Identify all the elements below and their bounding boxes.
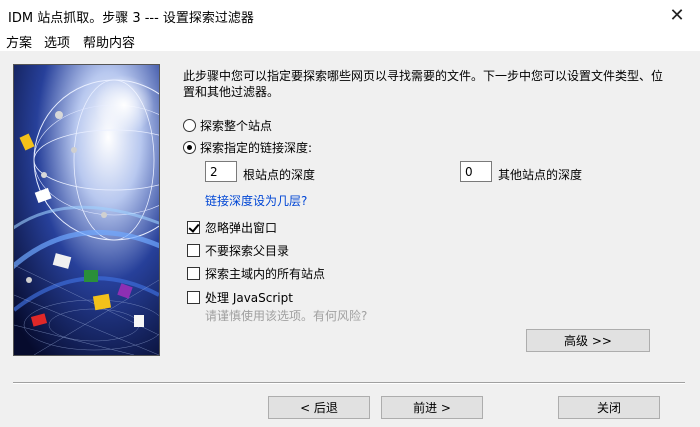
other-depth-label: 其他站点的深度	[498, 168, 583, 182]
window-title: IDM 站点抓取。步骤 3 --- 设置探索过滤器	[8, 11, 254, 26]
checkbox-no-parent[interactable]: 不要探索父目录	[187, 242, 289, 259]
footer-separator	[13, 382, 685, 384]
menu-options[interactable]: 选项	[44, 32, 70, 51]
step-description: 此步骤中您可以指定要探索哪些网页以寻找需要的文件。下一步中您可以设置文件类型、位…	[183, 69, 664, 99]
menu-scheme[interactable]: 方案	[6, 32, 32, 51]
link-depth-help-link[interactable]: 链接深度设为几层?	[205, 192, 307, 209]
checkbox-ignore-popups[interactable]: 忽略弹出窗口	[187, 219, 277, 236]
checkbox-ignore-popups-box[interactable]	[187, 221, 200, 234]
close-icon: ✕	[669, 5, 685, 26]
checkbox-no-parent-box[interactable]	[187, 244, 200, 257]
checkbox-javascript-label: 处理 JavaScript	[205, 291, 293, 305]
next-button[interactable]: 前进 >	[381, 396, 483, 419]
other-depth-input[interactable]: 0	[460, 161, 492, 182]
checkbox-all-domain-sites-label: 探索主域内的所有站点	[205, 267, 326, 281]
checkbox-no-parent-label: 不要探索父目录	[205, 244, 290, 258]
radio-link-depth-circle[interactable]	[183, 141, 196, 154]
back-button[interactable]: < 后退	[268, 396, 370, 419]
root-depth-label: 根站点的深度	[243, 168, 316, 182]
wizard-illustration	[13, 64, 160, 356]
radio-link-depth-label: 探索指定的链接深度:	[200, 141, 313, 155]
root-depth-input[interactable]: 2	[205, 161, 237, 182]
radio-whole-site-label: 探索整个站点	[200, 119, 273, 133]
javascript-risk-hint[interactable]: 请谨慎使用该选项。有何风险?	[205, 307, 367, 324]
checkbox-javascript-box[interactable]	[187, 291, 200, 304]
menu-help[interactable]: 帮助内容	[83, 32, 135, 51]
close-window-button[interactable]: ✕	[654, 0, 700, 31]
checkbox-all-domain-sites[interactable]: 探索主域内的所有站点	[187, 265, 325, 282]
checkbox-ignore-popups-label: 忽略弹出窗口	[205, 221, 278, 235]
radio-whole-site[interactable]: 探索整个站点	[183, 117, 272, 134]
close-button[interactable]: 关闭	[558, 396, 660, 419]
title-bar: IDM 站点抓取。步骤 3 --- 设置探索过滤器 ✕	[0, 0, 700, 31]
checkbox-javascript[interactable]: 处理 JavaScript	[187, 289, 293, 306]
menu-bar: 方案 选项 帮助内容	[0, 31, 700, 51]
radio-link-depth[interactable]: 探索指定的链接深度:	[183, 139, 312, 156]
globe-network-image	[14, 65, 159, 355]
checkbox-all-domain-sites-box[interactable]	[187, 267, 200, 280]
radio-whole-site-circle[interactable]	[183, 119, 196, 132]
advanced-button[interactable]: 高级 >>	[526, 329, 650, 352]
